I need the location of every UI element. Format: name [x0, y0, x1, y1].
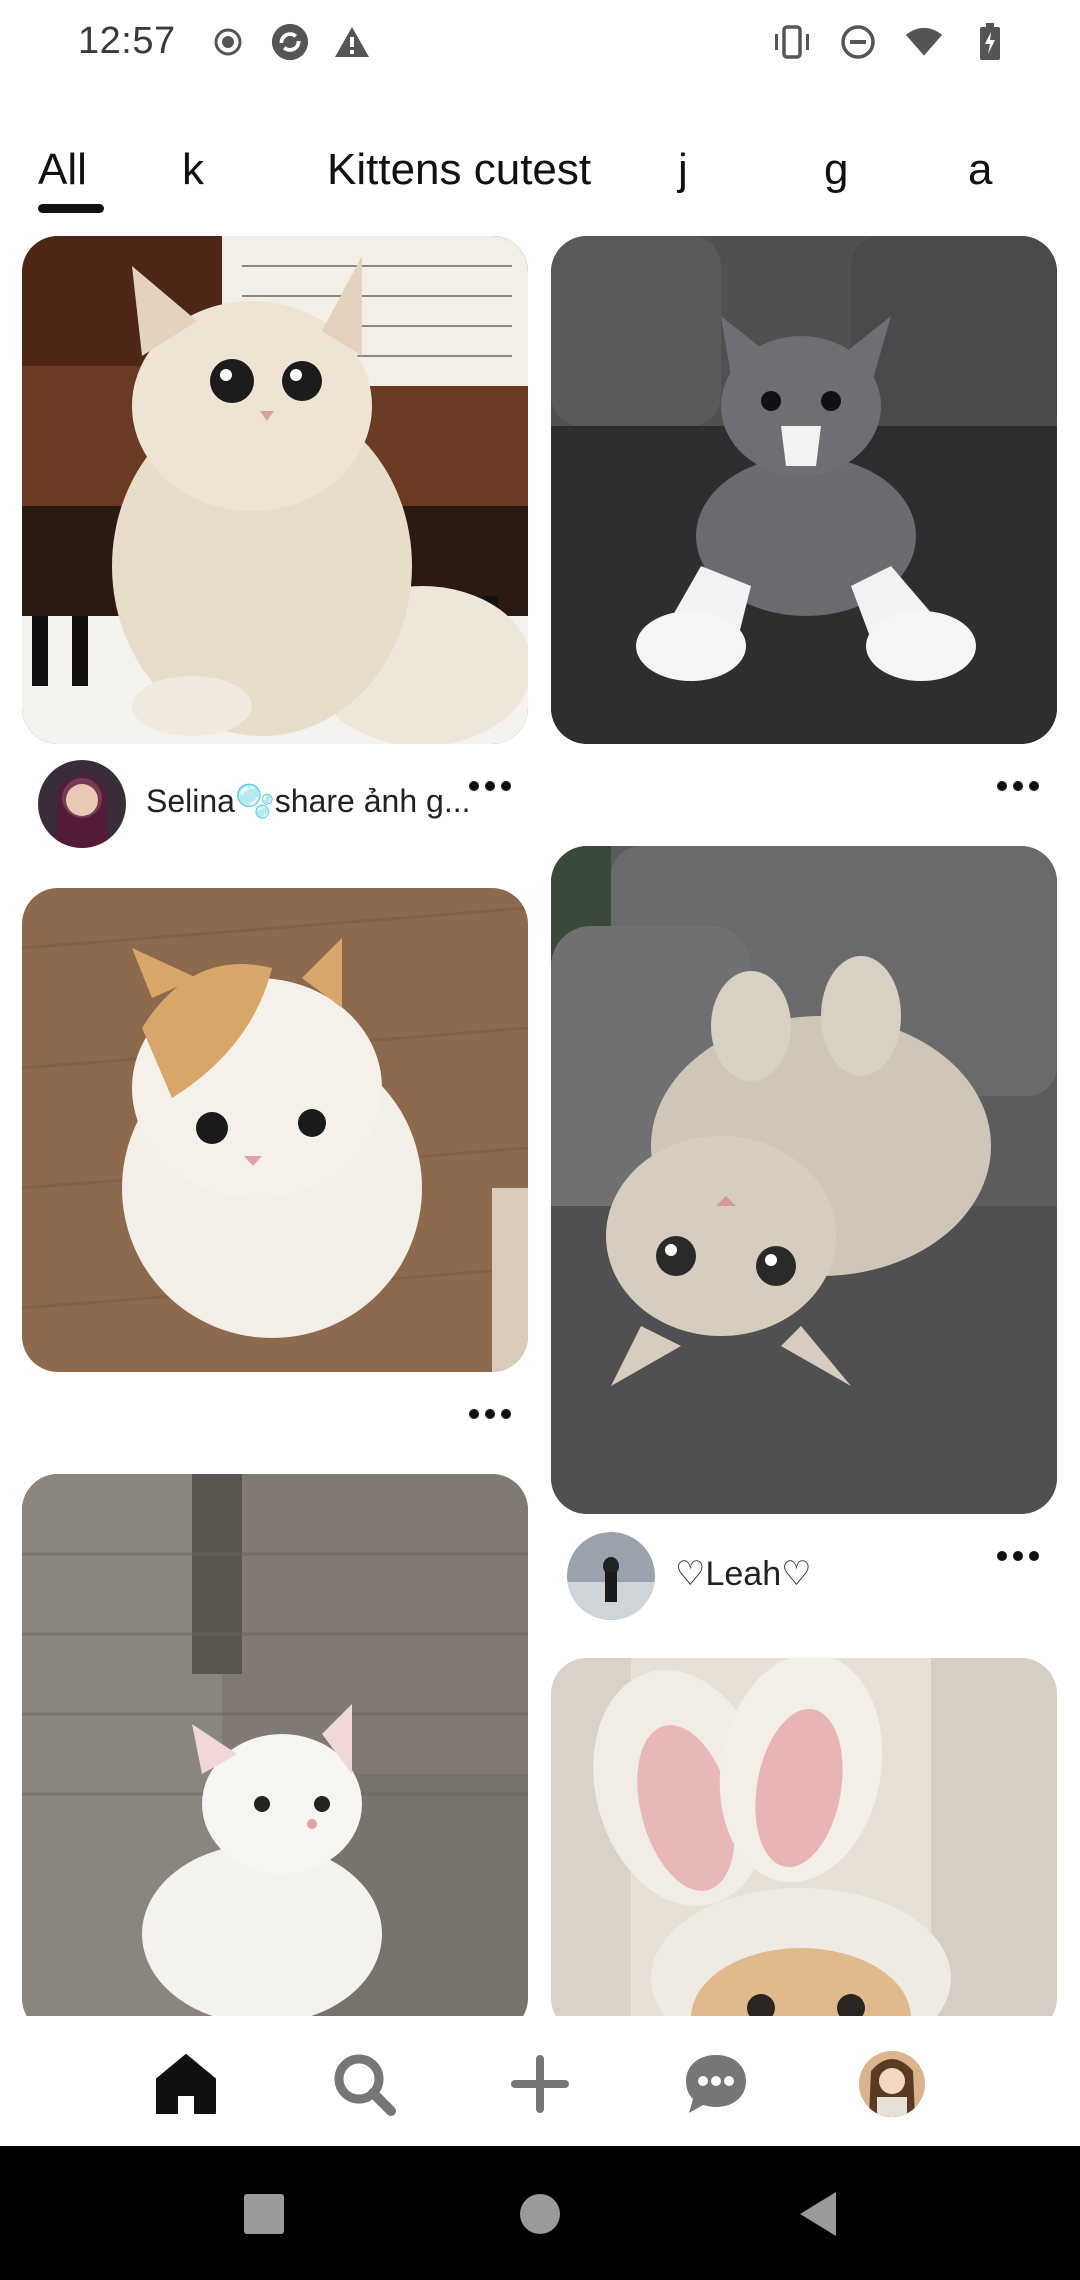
more-options-icon[interactable] — [988, 766, 1048, 806]
tab-j[interactable]: j — [678, 140, 688, 200]
board-tabs: All k Kittens cutest j g a — [0, 140, 1080, 220]
tab-a[interactable]: a — [968, 140, 992, 200]
tab-selected-indicator — [38, 204, 104, 213]
create-icon[interactable] — [500, 2044, 580, 2124]
tab-kittens-cutest[interactable]: Kittens cutest — [327, 140, 591, 200]
bottom-nav — [0, 2016, 1080, 2146]
warning-icon — [332, 22, 372, 62]
status-bar: 12:57 — [0, 0, 1080, 90]
tab-k[interactable]: k — [182, 140, 204, 200]
pin-author[interactable]: Selina🫧share ảnh g... — [146, 782, 470, 820]
pin-image[interactable] — [22, 888, 528, 1372]
pin-feed[interactable]: Selina🫧share ảnh g... ♡Leah♡ — [0, 236, 1080, 2016]
avatar[interactable] — [567, 1532, 655, 1620]
do-not-disturb-icon — [838, 22, 878, 62]
tab-all[interactable]: All — [38, 140, 87, 200]
more-options-icon[interactable] — [460, 766, 520, 806]
status-left-icons — [208, 22, 372, 62]
sync-icon — [270, 22, 310, 62]
recents-icon[interactable] — [234, 2184, 294, 2244]
more-options-icon[interactable] — [988, 1536, 1048, 1576]
battery-icon — [970, 22, 1010, 62]
home-icon[interactable] — [146, 2044, 226, 2124]
pin-author[interactable]: ♡Leah♡ — [675, 1554, 812, 1594]
system-nav-bar — [0, 2146, 1080, 2280]
more-options-icon[interactable] — [460, 1394, 520, 1434]
home-button-icon[interactable] — [510, 2184, 570, 2244]
pin-image[interactable] — [22, 236, 528, 744]
messages-icon[interactable] — [676, 2044, 756, 2124]
avatar[interactable] — [38, 760, 126, 848]
status-right-icons — [772, 22, 1010, 62]
search-icon[interactable] — [324, 2044, 404, 2124]
status-time: 12:57 — [78, 20, 176, 62]
pin-image[interactable] — [551, 236, 1057, 744]
pin-meta: ♡Leah♡ — [567, 1532, 1057, 1628]
pin-image[interactable] — [551, 846, 1057, 1514]
tab-g[interactable]: g — [824, 140, 848, 200]
pin-image[interactable] — [551, 1658, 1057, 2016]
pin-image[interactable] — [22, 1474, 528, 2016]
vibrate-icon — [772, 22, 812, 62]
pin-meta: Selina🫧share ảnh g... — [38, 760, 528, 856]
profile-avatar[interactable] — [852, 2044, 932, 2124]
wifi-icon — [904, 22, 944, 62]
back-icon[interactable] — [788, 2184, 848, 2244]
record-icon — [208, 22, 248, 62]
